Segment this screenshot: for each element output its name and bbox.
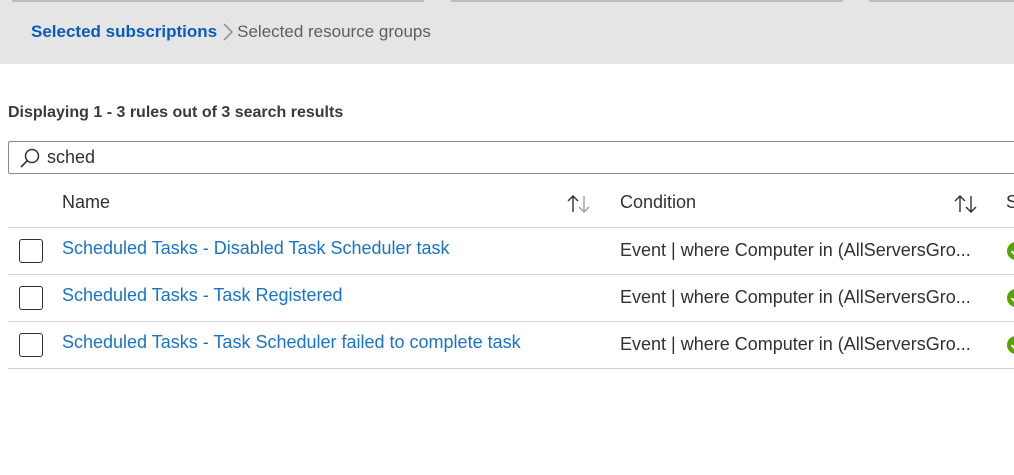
- row-checkbox[interactable]: [19, 286, 43, 310]
- tab-underline: [451, 0, 843, 2]
- table-row: Scheduled Tasks - Task Scheduler failed …: [8, 322, 1014, 369]
- check-circle-icon: [1006, 335, 1014, 355]
- sort-icon[interactable]: [565, 193, 593, 215]
- breadcrumb-selected-subscriptions[interactable]: Selected subscriptions: [31, 22, 217, 42]
- search-box[interactable]: [8, 141, 1014, 174]
- chevron-right-icon: [221, 22, 235, 42]
- rule-condition: Event | where Computer in (AllServersGro…: [620, 334, 971, 354]
- rule-condition: Event | where Computer in (AllServersGro…: [620, 240, 971, 260]
- rule-condition: Event | where Computer in (AllServersGro…: [620, 287, 971, 307]
- check-circle-icon: [1006, 241, 1014, 261]
- breadcrumb-selected-resource-groups[interactable]: Selected resource groups: [237, 22, 431, 42]
- table-header: Name Condition S: [8, 181, 1014, 228]
- rule-name-link[interactable]: Scheduled Tasks - Disabled Task Schedule…: [62, 238, 450, 259]
- row-checkbox[interactable]: [19, 239, 43, 263]
- column-header-name[interactable]: Name: [62, 192, 110, 213]
- search-input[interactable]: [47, 147, 947, 168]
- rules-table: Name Condition S Scheduled Tasks - Disab…: [8, 181, 1014, 369]
- rule-name-link[interactable]: Scheduled Tasks - Task Scheduler failed …: [62, 332, 521, 353]
- table-row: Scheduled Tasks - Disabled Task Schedule…: [8, 228, 1014, 275]
- column-header-condition[interactable]: Condition: [620, 192, 696, 213]
- results-summary: Displaying 1 - 3 rules out of 3 search r…: [8, 104, 344, 121]
- sort-icon[interactable]: [952, 193, 980, 215]
- top-band: Selected subscriptions Selected resource…: [0, 0, 1014, 64]
- column-header-status[interactable]: S: [1006, 192, 1014, 213]
- breadcrumb: Selected subscriptions Selected resource…: [31, 22, 431, 42]
- row-checkbox[interactable]: [19, 333, 43, 357]
- tab-underline: [869, 0, 1014, 2]
- table-row: Scheduled Tasks - Task Registered Event …: [8, 275, 1014, 322]
- rule-name-link[interactable]: Scheduled Tasks - Task Registered: [62, 285, 343, 306]
- page: Selected subscriptions Selected resource…: [0, 0, 1014, 475]
- check-circle-icon: [1006, 288, 1014, 308]
- search-icon: [19, 147, 41, 169]
- tab-underline: [12, 0, 424, 2]
